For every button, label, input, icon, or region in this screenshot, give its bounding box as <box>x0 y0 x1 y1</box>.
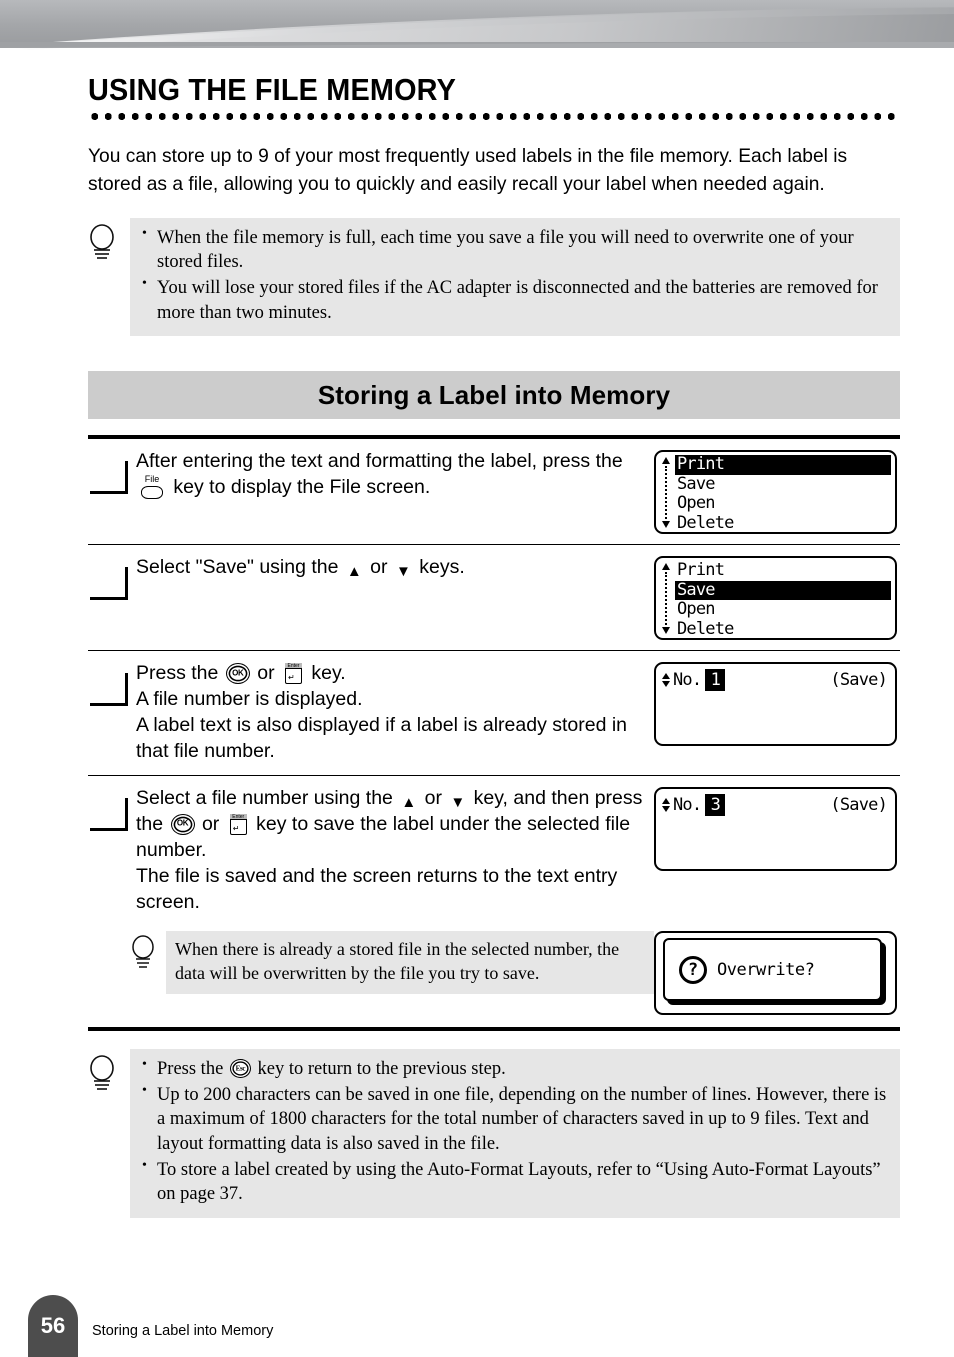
step-number-marker <box>88 790 136 836</box>
page-header-banner <box>0 0 954 62</box>
bottom-note: Press the Esc key to return to the previ… <box>88 1049 900 1218</box>
steps-bottom-rule <box>88 1027 900 1032</box>
note-list: When the file memory is full, each time … <box>140 225 888 325</box>
arrow-down-icon: ▼ <box>450 793 466 811</box>
page-title: USING THE FILE MEMORY <box>88 72 457 107</box>
lcd-menu-item-open: Open <box>677 493 716 514</box>
lcd-menu-item-save: Save <box>675 580 891 601</box>
step-4: Select a file number using the ▲ or ▼ ke… <box>88 776 900 926</box>
step-number-marker <box>88 559 136 605</box>
step-4-inner-note: When there is already a stored file in t… <box>130 931 654 994</box>
overwrite-prompt-text: Overwrite? <box>717 959 815 980</box>
lcd-menu-item-print: Print <box>675 455 891 475</box>
top-note: When the file memory is full, each time … <box>86 217 900 337</box>
arrow-up-icon: ▲ <box>346 563 362 581</box>
step-4-text-a: Select a file number using the <box>136 786 393 809</box>
updown-arrows-icon <box>661 673 671 688</box>
updown-arrows-icon <box>661 797 671 812</box>
step-1-text: After entering the text and formatting t… <box>136 448 646 500</box>
lightbulb-icon <box>86 1054 120 1094</box>
ok-key-icon: OK <box>225 663 250 685</box>
lcd-menu-item-print: Print <box>677 560 725 581</box>
intro-paragraph: You can store up to 9 of your most frequ… <box>88 144 848 195</box>
lcd-menu-item-save: Save <box>677 473 716 494</box>
enter-key-icon: Enter ↵ <box>227 812 249 837</box>
step-3-lcd: No. 1 (Save) <box>654 660 900 747</box>
step-4-lcd: No. 3 (Save) <box>654 785 900 871</box>
note-box: Press the Esc key to return to the previ… <box>130 1049 900 1218</box>
lightbulb-icon <box>86 223 120 263</box>
step-3: Press the OK or Enter ↵ key. A file numb… <box>88 651 900 775</box>
step-2-text-mid: or <box>370 556 388 579</box>
step-number-marker <box>88 453 136 499</box>
lcd-file-prefix: No. <box>673 794 702 815</box>
enter-key-icon: Enter ↵ <box>282 661 304 686</box>
step-1: After entering the text and formatting t… <box>88 439 900 544</box>
step-4-text-mid: or <box>424 786 442 809</box>
title-dotted-rule <box>88 110 900 121</box>
note-item: Up to 200 characters can be saved in one… <box>140 1082 888 1157</box>
steps-list: After entering the text and formatting t… <box>88 435 900 1032</box>
step-1-text-a: After entering the text and formatting t… <box>136 450 623 473</box>
step-4-line2: The file is saved and the screen returns… <box>136 864 618 914</box>
lcd-mode-label: (Save) <box>830 670 887 691</box>
question-mark-icon: ? <box>679 955 707 984</box>
step-2-text-a: Select "Save" using the <box>136 556 339 579</box>
ok-key-icon: OK <box>170 813 195 835</box>
step-3-line2: A file number is displayed. <box>136 688 363 711</box>
note-item: Press the Esc key to return to the previ… <box>140 1056 888 1082</box>
arrow-up-icon: ▲ <box>401 793 417 811</box>
page-number: 56 <box>40 1313 66 1338</box>
step-4-text-mid2: or <box>201 812 220 835</box>
file-key-icon: File <box>137 475 167 500</box>
bottom-note-0-b: key to return to the previous step. <box>257 1059 506 1080</box>
lcd-file-prefix: No. <box>673 670 702 691</box>
step-3-text: Press the OK or Enter ↵ key. A file numb… <box>136 660 646 765</box>
step-3-text-b: key. <box>311 662 346 685</box>
step-3-text-mid: or <box>257 662 275 685</box>
step-3-line3: A label text is also displayed if a labe… <box>136 714 628 763</box>
step-3-text-a: Press the <box>136 662 219 685</box>
lcd-menu-item-delete: Delete <box>677 618 734 639</box>
step-2: Select "Save" using the ▲ or ▼ keys. Pri… <box>88 545 900 650</box>
page-footer: 56 Storing a Label into Memory <box>0 1277 954 1357</box>
step-1-text-b: key to display the File screen. <box>173 476 431 499</box>
note-list: Press the Esc key to return to the previ… <box>140 1056 888 1207</box>
lcd-file-number: 3 <box>705 793 726 816</box>
inner-note-text: When there is already a stored file in t… <box>166 931 654 994</box>
note-item: To store a label created by using the Au… <box>140 1157 888 1207</box>
step-1-lcd: Print Save Open Delete <box>654 448 900 535</box>
page-number-tab: 56 <box>28 1295 78 1357</box>
lcd-scrollbar <box>662 563 671 635</box>
step-2-text: Select "Save" using the ▲ or ▼ keys. <box>136 554 646 580</box>
arrow-down-icon: ▼ <box>395 563 411 581</box>
note-box: When the file memory is full, each time … <box>130 217 900 337</box>
section-header: Storing a Label into Memory <box>88 371 900 420</box>
lcd-mode-label: (Save) <box>830 794 887 815</box>
note-item: When the file memory is full, each time … <box>140 225 888 275</box>
bottom-note-0-a: Press the <box>157 1059 224 1080</box>
lcd-menu-item-open: Open <box>677 599 716 620</box>
lightbulb-icon <box>129 935 159 971</box>
step-2-lcd: Print Save Open Delete <box>654 554 900 641</box>
footer-section-title: Storing a Label into Memory <box>92 1323 274 1339</box>
note-item: You will lose your stored files if the A… <box>140 275 888 325</box>
section-heading: Storing a Label into Memory <box>317 379 671 410</box>
step-number-marker <box>88 665 136 711</box>
step-2-text-b: keys. <box>419 556 465 579</box>
esc-key-icon: Esc <box>229 1059 251 1079</box>
step-4-text: Select a file number using the ▲ or ▼ ke… <box>136 785 646 916</box>
step-4-overwrite-lcd: ? Overwrite? <box>654 925 900 1016</box>
lcd-scrollbar <box>662 457 671 529</box>
lcd-file-number: 1 <box>705 669 726 692</box>
lcd-menu-item-delete: Delete <box>677 512 734 533</box>
